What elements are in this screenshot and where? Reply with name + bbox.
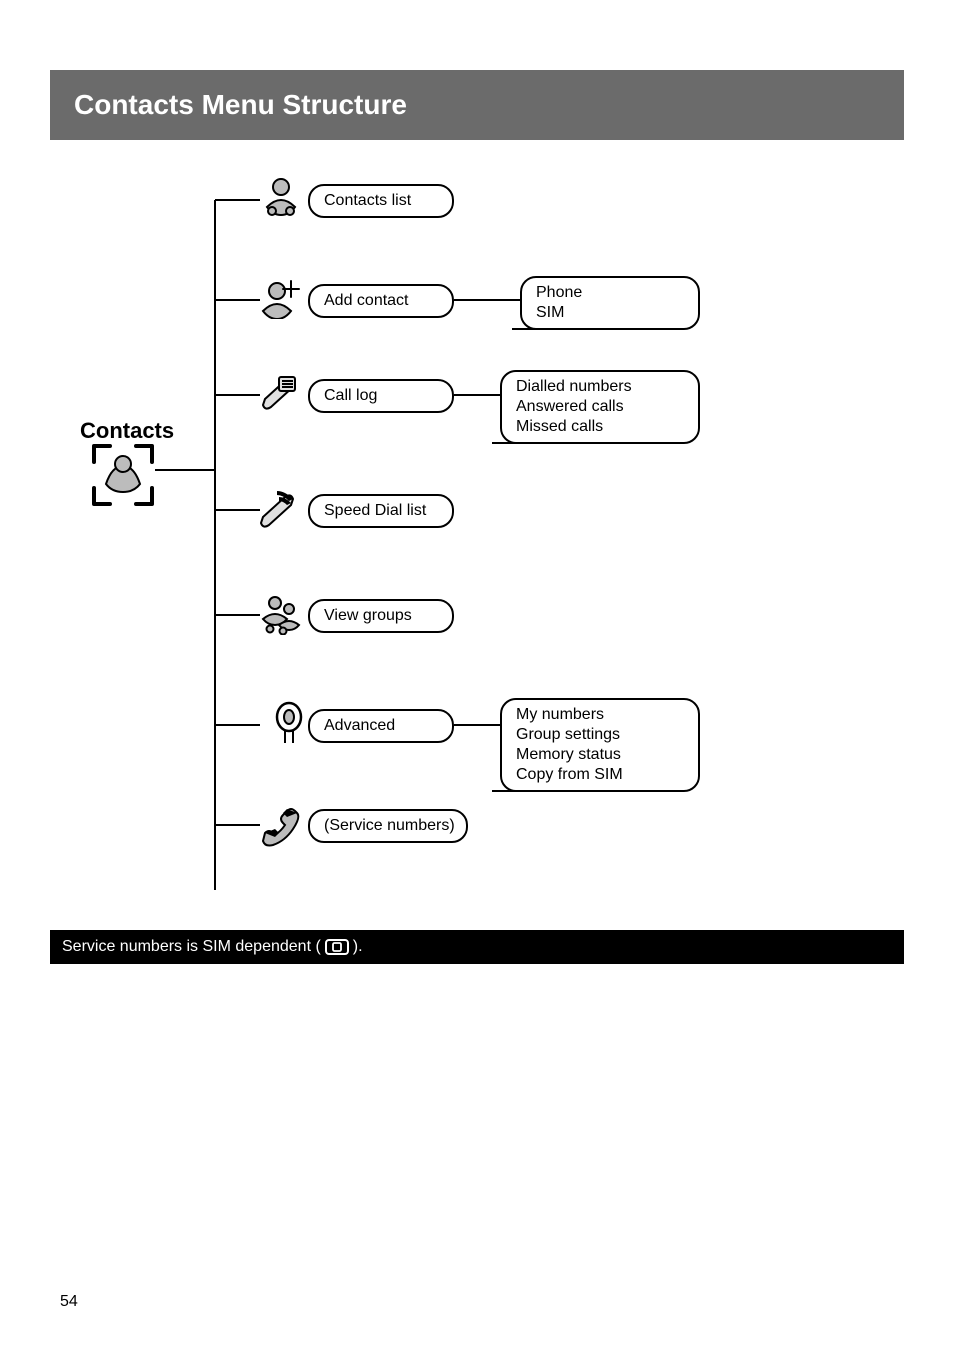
connector-lines [50,160,904,930]
sim-card-icon [325,939,349,955]
page-number: 54 [60,1293,78,1311]
page-title: Contacts Menu Structure [74,89,407,121]
node-label: View groups [324,607,412,625]
add-contact-icon [258,274,304,320]
title-bar: Contacts Menu Structure [50,70,904,140]
subnode-line: Missed calls [516,418,632,436]
node-label: Advanced [324,717,395,735]
subnode-line: Group settings [516,726,623,744]
node-add-contact: Add contact [308,284,454,318]
view-groups-icon [258,590,304,636]
speed-dial-icon [256,486,302,532]
diagram-canvas: Contacts [50,160,904,930]
subnode-line: SIM [536,304,582,322]
node-speed-dial: Speed Dial list [308,494,454,528]
node-label: Add contact [324,292,409,310]
node-label: (Service numbers) [324,817,455,835]
node-view-groups: View groups [308,599,454,633]
node-advanced-sub: My numbers Group settings Memory status … [500,698,700,792]
node-label: Call log [324,387,377,405]
footnote-bar: Service numbers is SIM dependent ( ). [50,930,904,964]
node-add-contact-sub: Phone SIM [520,276,700,330]
subnode-line: Phone [536,284,582,302]
call-log-icon [256,370,302,416]
subnode-line: Answered calls [516,398,632,416]
contacts-icon [88,440,158,510]
contacts-list-icon [258,172,304,218]
node-label: Contacts list [324,192,411,210]
subnode-line: My numbers [516,706,623,724]
subnode-line: Memory status [516,746,623,764]
node-call-log-sub: Dialled numbers Answered calls Missed ca… [500,370,700,444]
subnode-line: Dialled numbers [516,378,632,396]
node-contacts-list: Contacts list [308,184,454,218]
node-service-numbers: (Service numbers) [308,809,468,843]
subnode-line: Copy from SIM [516,766,623,784]
footnote-text-before: Service numbers is SIM dependent ( [62,938,321,956]
service-numbers-icon [258,802,304,848]
footnote-text-after: ). [353,938,363,956]
node-call-log: Call log [308,379,454,413]
advanced-icon [266,700,312,746]
node-advanced: Advanced [308,709,454,743]
node-label: Speed Dial list [324,502,426,520]
